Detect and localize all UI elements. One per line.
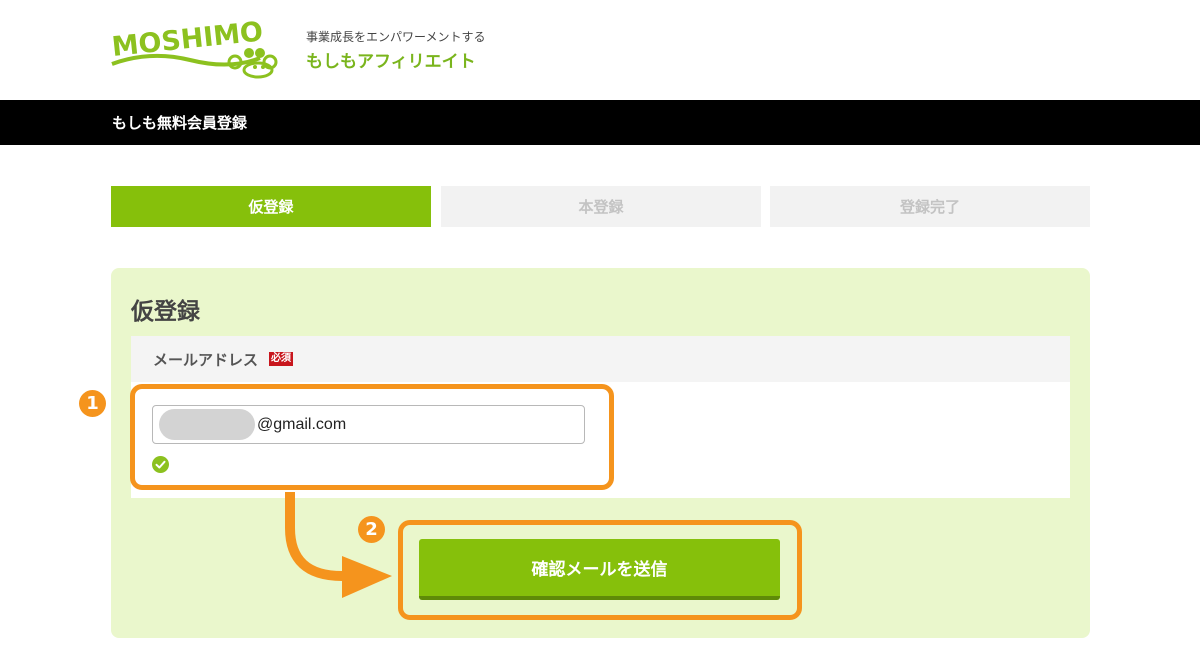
- form-title: 仮登録: [131, 299, 200, 325]
- step-complete: 登録完了: [770, 186, 1090, 227]
- required-badge: 必須: [269, 352, 293, 366]
- annotation-number-1: 1: [79, 390, 106, 417]
- step-full-registration: 本登録: [441, 186, 761, 227]
- page-title: もしも無料会員登録: [112, 114, 248, 132]
- annotation-arrow-icon: [285, 492, 392, 598]
- tagline-small: 事業成長をエンパワーメントする: [306, 30, 486, 44]
- step-provisional: 仮登録: [111, 186, 431, 227]
- moshimo-logo[interactable]: MOSHIMO: [110, 20, 290, 82]
- email-label: メールアドレス: [153, 351, 259, 369]
- title-bar: もしも無料会員登録: [0, 100, 1200, 145]
- highlight-email-box: [130, 384, 614, 490]
- email-field-header: メールアドレス 必須: [131, 336, 1070, 382]
- tagline-main: もしもアフィリエイト: [306, 52, 476, 72]
- highlight-submit-box: [398, 520, 802, 620]
